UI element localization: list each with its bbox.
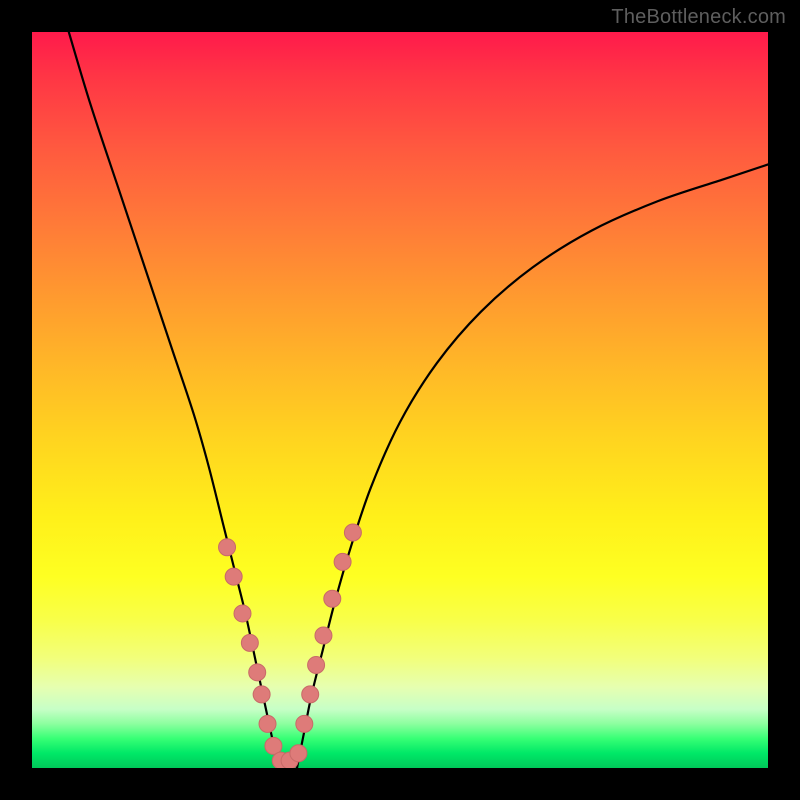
marker-point xyxy=(290,745,307,762)
marker-point xyxy=(296,715,313,732)
marker-point xyxy=(344,524,361,541)
marker-point xyxy=(225,568,242,585)
plot-area xyxy=(32,32,768,768)
marker-point xyxy=(249,664,266,681)
marker-point xyxy=(324,590,341,607)
curve-left-branch xyxy=(69,32,279,768)
outer-frame: TheBottleneck.com xyxy=(0,0,800,800)
curves-layer xyxy=(32,32,768,768)
curve-right-branch xyxy=(297,164,768,768)
marker-point xyxy=(241,634,258,651)
marker-point xyxy=(308,656,325,673)
marker-point xyxy=(302,686,319,703)
marker-point xyxy=(334,553,351,570)
marker-point xyxy=(234,605,251,622)
watermark-text: TheBottleneck.com xyxy=(611,6,786,29)
marker-point xyxy=(259,715,276,732)
marker-point xyxy=(315,627,332,644)
marker-point xyxy=(253,686,270,703)
marker-point xyxy=(219,539,236,556)
